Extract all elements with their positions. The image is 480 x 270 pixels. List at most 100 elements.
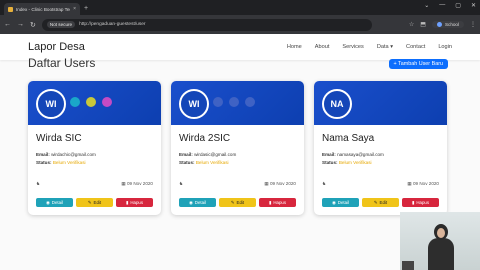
user-email-line: Email: wirdasic@gmail.com xyxy=(179,151,296,159)
pencil-icon: ✎ xyxy=(373,199,378,205)
user-name: Wirda SIC xyxy=(36,133,82,144)
detail-button[interactable]: ◉ Detail xyxy=(322,198,359,207)
color-dot-icon xyxy=(245,97,255,107)
nav-services[interactable]: Services xyxy=(342,44,363,50)
avatar-dots xyxy=(213,97,255,107)
created-date: 09 Nov 2020 xyxy=(412,181,439,186)
status-label: Status: xyxy=(36,160,52,165)
nav-contact[interactable]: Contact xyxy=(406,44,425,50)
eye-icon: ◉ xyxy=(45,199,50,205)
user-email: wirdasic@gmail.com xyxy=(194,152,237,157)
edit-button[interactable]: ✎ Edit xyxy=(76,198,113,207)
detail-label: Detail xyxy=(194,200,207,205)
url-text[interactable]: http://pengaduan-guestest/user xyxy=(79,22,145,27)
user-email: namasaya@gmail.com xyxy=(337,152,384,157)
user-status-line: Status: Belum Verifikasi xyxy=(322,159,439,167)
delete-button[interactable]: ▮ Hapus xyxy=(402,198,439,207)
card-actions: ◉ Detail ✎ Edit ▮ Hapus xyxy=(36,198,153,207)
address-bar[interactable]: Not secure http://pengaduan-guestest/use… xyxy=(41,18,372,31)
detail-button[interactable]: ◉ Detail xyxy=(36,198,73,207)
reload-icon[interactable]: ↻ xyxy=(30,21,36,29)
color-dot-icon xyxy=(86,97,96,107)
email-label: Email: xyxy=(179,152,193,157)
color-dot-icon xyxy=(229,97,239,107)
page-title: Daftar Users xyxy=(28,56,96,70)
edit-label: Edit xyxy=(236,200,245,205)
detail-label: Detail xyxy=(51,200,64,205)
add-user-button[interactable]: + Tambah User Baru xyxy=(388,59,448,69)
delete-button[interactable]: ▮ Hapus xyxy=(259,198,296,207)
star-icon[interactable]: ☆ xyxy=(409,21,414,28)
avatar: WI xyxy=(36,89,66,119)
close-window-icon[interactable]: ✕ xyxy=(471,2,476,9)
color-dot-icon xyxy=(70,97,80,107)
card-actions: ◉ Detail ✎ Edit ▮ Hapus xyxy=(179,198,296,207)
maximize-icon[interactable]: ▢ xyxy=(455,2,461,9)
security-badge[interactable]: Not secure xyxy=(46,21,76,28)
trash-icon: ▮ xyxy=(411,199,415,205)
trash-icon: ▮ xyxy=(268,199,272,205)
back-icon[interactable]: ← xyxy=(4,21,11,28)
role-icon: ♞ xyxy=(36,181,41,186)
tab-title: Index - Clinic Bootstrap Templ xyxy=(16,6,70,12)
nav-login[interactable]: Login xyxy=(438,44,452,50)
status-badge: Belum Verifikasi xyxy=(338,160,372,165)
browser-tab[interactable]: Index - Clinic Bootstrap Templ × xyxy=(4,3,80,15)
presenter-body xyxy=(428,238,454,270)
delete-label: Hapus xyxy=(273,200,287,205)
date-wrap: ▦ 09 Nov 2020 xyxy=(264,181,296,187)
edit-button[interactable]: ✎ Edit xyxy=(362,198,399,207)
presenter xyxy=(428,224,454,270)
browser-chrome: Index - Clinic Bootstrap Templ × + ⌄ — ▢… xyxy=(0,0,480,34)
color-dot-icon xyxy=(213,97,223,107)
user-email-line: Email: wirdachic@gmail.com xyxy=(36,151,153,159)
avatar: NA xyxy=(322,89,352,119)
toolbar-icons: ☆ ⬒ School ⋮ xyxy=(409,21,476,28)
window-controls: ⌄ — ▢ ✕ xyxy=(424,2,476,9)
user-card: WI Wirda 2SIC Email: wirdasic@gmail.com … xyxy=(171,81,304,215)
card-meta: ♞ ▦ 09 Nov 2020 xyxy=(322,181,439,187)
forward-icon[interactable]: → xyxy=(17,21,24,28)
created-date: 09 Nov 2020 xyxy=(269,181,296,186)
tab-bar: Index - Clinic Bootstrap Templ × + xyxy=(0,0,480,15)
edit-button[interactable]: ✎ Edit xyxy=(219,198,256,207)
user-status-line: Status: Belum Verifikasi xyxy=(36,159,153,167)
close-tab-icon[interactable]: × xyxy=(73,6,76,12)
card-header: NA xyxy=(314,81,447,125)
detail-label: Detail xyxy=(337,200,350,205)
color-dot-icon xyxy=(102,97,112,107)
chevron-down-icon[interactable]: ⌄ xyxy=(424,2,429,9)
profile-button[interactable]: School xyxy=(431,21,464,28)
user-card: WI Wirda SIC Email: wirdachic@gmail.com … xyxy=(28,81,161,215)
nav-data[interactable]: Data ▾ xyxy=(377,44,393,50)
email-label: Email: xyxy=(322,152,336,157)
nav-about[interactable]: About xyxy=(315,44,330,50)
menu-icon[interactable]: ⋮ xyxy=(470,21,476,28)
created-date: 09 Nov 2020 xyxy=(126,181,153,186)
avatar-dots xyxy=(70,97,112,107)
role-icon: ♞ xyxy=(179,181,184,186)
extensions-icon[interactable]: ⬒ xyxy=(420,21,426,28)
edit-label: Edit xyxy=(93,200,102,205)
user-email-line: Email: namasaya@gmail.com xyxy=(322,151,439,159)
user-card: NA Nama Saya Email: namasaya@gmail.com S… xyxy=(314,81,447,215)
address-row: ← → ↻ Not secure http://pengaduan-gueste… xyxy=(0,15,480,34)
card-body: Nama Saya Email: namasaya@gmail.com Stat… xyxy=(314,125,447,187)
site-brand[interactable]: Lapor Desa xyxy=(28,41,85,53)
card-header: WI xyxy=(171,81,304,125)
user-status-line: Status: Belum Verifikasi xyxy=(179,159,296,167)
card-body: Wirda SIC Email: wirdachic@gmail.com Sta… xyxy=(28,125,161,187)
monitor-icon xyxy=(402,261,414,270)
delete-label: Hapus xyxy=(416,200,430,205)
edit-label: Edit xyxy=(379,200,388,205)
delete-button[interactable]: ▮ Hapus xyxy=(116,198,153,207)
nav-home[interactable]: Home xyxy=(287,44,302,50)
minimize-icon[interactable]: — xyxy=(439,2,445,9)
new-tab-icon[interactable]: + xyxy=(84,3,88,15)
detail-button[interactable]: ◉ Detail xyxy=(179,198,216,207)
profile-avatar-icon xyxy=(436,22,442,27)
eye-icon: ◉ xyxy=(331,199,336,205)
user-name: Wirda 2SIC xyxy=(179,133,231,144)
date-wrap: ▦ 09 Nov 2020 xyxy=(407,181,439,187)
card-actions: ◉ Detail ✎ Edit ▮ Hapus xyxy=(322,198,439,207)
